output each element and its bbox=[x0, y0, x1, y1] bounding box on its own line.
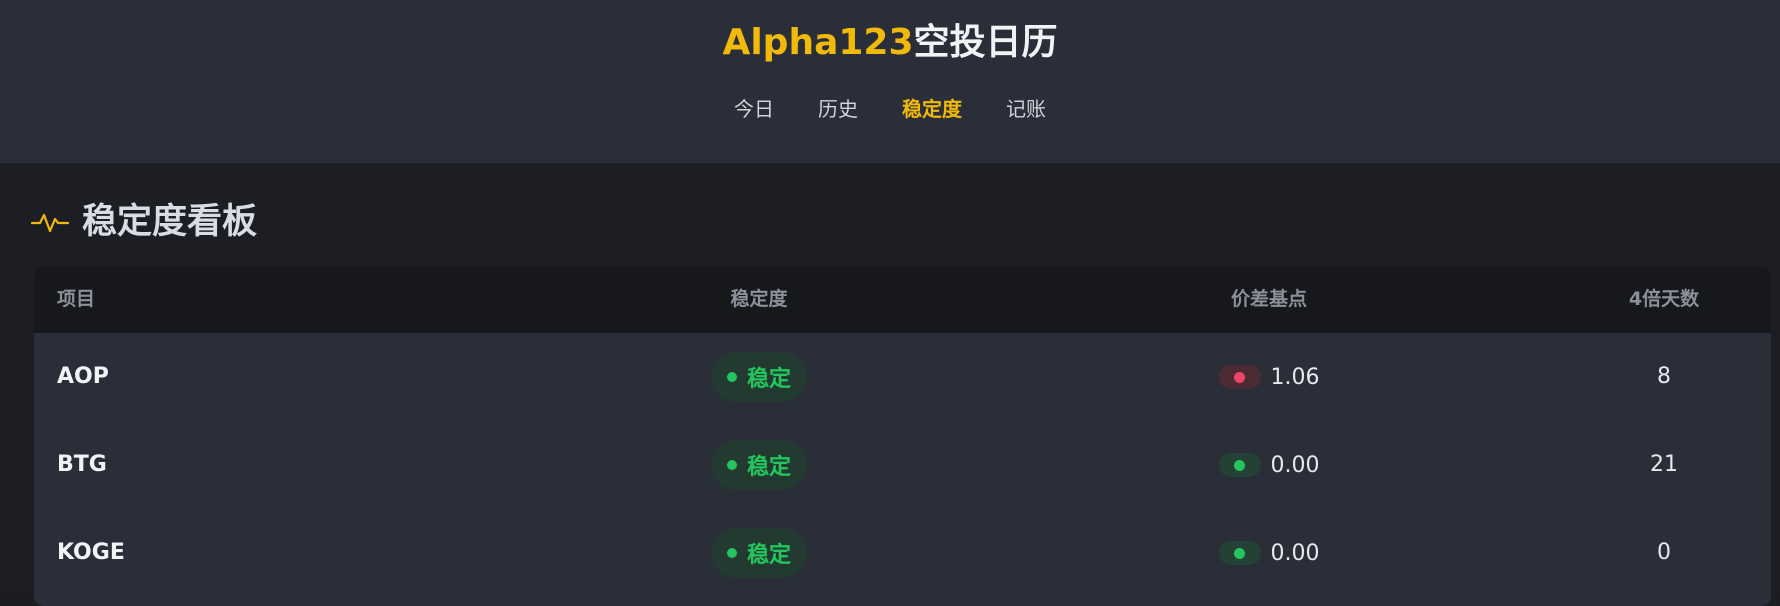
status-badge-label: 稳定 bbox=[746, 455, 791, 480]
days-value: 8 bbox=[1657, 364, 1671, 389]
status-badge: 稳定 bbox=[710, 528, 807, 578]
days-value: 0 bbox=[1657, 540, 1671, 565]
column-header-stability[interactable]: 稳定度 bbox=[474, 266, 1044, 333]
stability-cell: 稳定 bbox=[474, 509, 1044, 597]
table-header: 项目 稳定度 价差基点 4倍天数 bbox=[34, 266, 1771, 333]
status-badge-label: 稳定 bbox=[746, 367, 791, 392]
column-header-days[interactable]: 4倍天数 bbox=[1434, 266, 1771, 333]
section-title: 稳定度看板 bbox=[82, 202, 258, 242]
table-row[interactable]: AOP 稳定 1.06 8 bbox=[34, 333, 1771, 421]
spread-value: 0.00 bbox=[1270, 540, 1320, 566]
status-dot-icon bbox=[726, 460, 737, 470]
project-name: AOP bbox=[57, 364, 109, 389]
column-header-spread[interactable]: 价差基点 bbox=[1044, 266, 1494, 333]
spread-value: 1.06 bbox=[1270, 364, 1320, 390]
days-value: 21 bbox=[1650, 452, 1678, 477]
site-title: Alpha123空投日历 bbox=[0, 18, 1780, 68]
status-badge-label: 稳定 bbox=[746, 543, 791, 568]
nav-item-ledger[interactable]: 记账 bbox=[1006, 94, 1046, 124]
main-content: 稳定度看板 项目 稳定度 价差基点 4倍天数 AOP 稳定 1.06 8 BTG bbox=[0, 163, 1780, 606]
table-row[interactable]: BTG 稳定 0.00 21 bbox=[34, 421, 1771, 509]
section-header: 稳定度看板 bbox=[30, 197, 257, 247]
nav-item-stability[interactable]: 稳定度 bbox=[902, 94, 962, 124]
site-title-rest: 空投日历 bbox=[913, 22, 1058, 63]
spread-cell: 0.00 bbox=[1044, 509, 1494, 597]
spread-indicator-icon bbox=[1218, 453, 1261, 477]
main-nav: 今日 历史 稳定度 记账 bbox=[0, 94, 1780, 124]
nav-item-today[interactable]: 今日 bbox=[734, 94, 774, 124]
spread-cell: 1.06 bbox=[1044, 333, 1494, 421]
spread-indicator-icon bbox=[1218, 365, 1261, 389]
spread-cell: 0.00 bbox=[1044, 421, 1494, 509]
spread-value: 0.00 bbox=[1270, 452, 1320, 478]
column-header-project[interactable]: 项目 bbox=[57, 266, 95, 333]
status-badge: 稳定 bbox=[710, 352, 807, 402]
stability-cell: 稳定 bbox=[474, 421, 1044, 509]
nav-item-history[interactable]: 历史 bbox=[818, 94, 858, 124]
pulse-icon bbox=[30, 213, 70, 233]
project-name: BTG bbox=[57, 452, 107, 477]
top-header: Alpha123空投日历 今日 历史 稳定度 记账 bbox=[0, 0, 1780, 163]
spread-indicator-icon bbox=[1218, 541, 1261, 565]
table-row[interactable]: KOGE 稳定 0.00 0 bbox=[34, 509, 1771, 597]
stability-table: 项目 稳定度 价差基点 4倍天数 AOP 稳定 1.06 8 BTG 稳定 0.… bbox=[34, 266, 1771, 606]
status-dot-icon bbox=[726, 548, 737, 558]
status-dot-icon bbox=[726, 372, 737, 382]
project-name: KOGE bbox=[57, 540, 125, 565]
status-badge: 稳定 bbox=[710, 440, 807, 490]
stability-cell: 稳定 bbox=[474, 333, 1044, 421]
site-title-brand: Alpha123 bbox=[722, 22, 914, 63]
